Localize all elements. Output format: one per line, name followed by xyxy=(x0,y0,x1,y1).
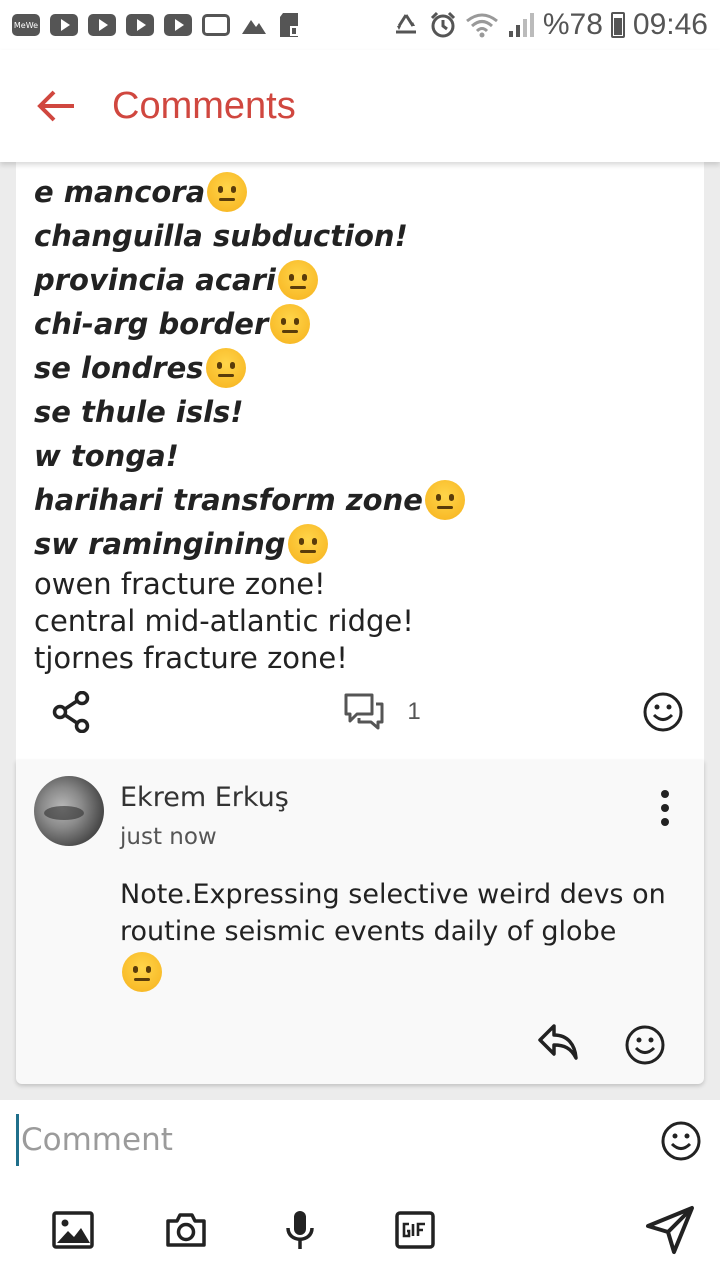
youtube-icon xyxy=(50,14,78,36)
more-options-button[interactable] xyxy=(660,790,670,826)
gallery-icon xyxy=(202,14,230,36)
voice-button[interactable] xyxy=(278,1208,322,1252)
arrow-back-icon xyxy=(37,90,74,122)
post-line: se thule isls! xyxy=(34,390,704,434)
comments-icon xyxy=(344,693,384,730)
comment-composer xyxy=(0,1100,720,1280)
gif-button[interactable] xyxy=(393,1208,437,1252)
comments-button[interactable]: 1 xyxy=(313,692,421,732)
post-line-text: changuilla subduction! xyxy=(34,219,408,253)
share-icon[interactable] xyxy=(52,691,92,733)
sd-card-icon xyxy=(280,13,298,37)
post-line: se londres xyxy=(34,346,704,390)
mountain-icon xyxy=(242,20,266,34)
avatar[interactable] xyxy=(34,776,104,846)
post-line-text: harihari transform zone xyxy=(34,483,423,517)
alarm-icon xyxy=(430,11,455,38)
neutral-face-emoji-icon xyxy=(122,952,162,992)
back-button[interactable] xyxy=(0,50,112,162)
post-body: e mancora changuilla subduction! provincia… xyxy=(16,150,704,677)
post-line-text: chi-arg border xyxy=(34,307,269,341)
post-line-text: w tonga! xyxy=(34,439,179,473)
wifi-icon xyxy=(465,13,498,38)
reply-icon[interactable] xyxy=(536,1022,580,1062)
camera-button[interactable] xyxy=(164,1208,208,1252)
post-line: e mancora xyxy=(34,170,704,214)
neutral-face-emoji-icon xyxy=(207,172,248,212)
post-line-text: central mid-atlantic ridge! xyxy=(34,604,414,638)
send-icon[interactable] xyxy=(644,1204,696,1256)
post-line-text: e mancora xyxy=(34,175,206,209)
post-line-text: provincia acari xyxy=(34,263,276,297)
battery-icon xyxy=(610,12,625,38)
status-bar: MeWe %78 09:46 xyxy=(0,0,720,50)
smiley-icon[interactable] xyxy=(624,1024,666,1066)
page-title: Comments xyxy=(112,84,296,127)
post-line: sw ramingining xyxy=(34,522,704,566)
post-line: provincia acari xyxy=(34,258,704,302)
comment-input[interactable] xyxy=(16,1114,636,1166)
neutral-face-emoji-icon xyxy=(287,524,328,564)
notification-icons: MeWe xyxy=(12,12,300,38)
battery-percent: %78 xyxy=(542,8,603,41)
neutral-face-emoji-icon xyxy=(424,480,465,520)
youtube-icon xyxy=(126,14,154,36)
clock: 09:46 xyxy=(632,8,708,41)
dot-icon xyxy=(661,818,669,826)
app-bar: Comments xyxy=(0,50,720,162)
emoji-picker-icon[interactable] xyxy=(660,1120,702,1162)
post-line-text: se thule isls! xyxy=(34,395,244,429)
comment-card: Ekrem Erkuş just now Note.Expressing sel… xyxy=(16,760,704,1084)
comment-author[interactable]: Ekrem Erkuş xyxy=(120,782,289,813)
camera-icon xyxy=(166,1213,206,1247)
neutral-face-emoji-icon xyxy=(277,260,318,300)
post-line: central mid-atlantic ridge! xyxy=(34,603,704,640)
dot-icon xyxy=(661,790,669,798)
dot-icon xyxy=(661,804,669,812)
microphone-icon xyxy=(286,1211,314,1249)
post-line-text: sw ramingining xyxy=(34,527,286,561)
post-line-text: owen fracture zone! xyxy=(34,567,326,601)
post-line: w tonga! xyxy=(34,434,704,478)
comment-count: 1 xyxy=(407,698,421,725)
post-line: harihari transform zone xyxy=(34,478,704,522)
post-line: owen fracture zone! xyxy=(34,566,704,603)
neutral-face-emoji-icon xyxy=(205,348,246,388)
post-actions: 1 xyxy=(16,664,704,760)
post-line: chi-arg border xyxy=(34,302,704,346)
youtube-icon xyxy=(164,14,192,36)
comment-timestamp: just now xyxy=(120,824,217,850)
neutral-face-emoji-icon xyxy=(270,304,311,344)
post-line: changuilla subduction! xyxy=(34,214,704,258)
post-line-text: se londres xyxy=(34,351,204,385)
post-card: e mancora changuilla subduction! provincia… xyxy=(16,150,704,760)
image-icon xyxy=(52,1211,94,1249)
system-icons: %78 09:46 xyxy=(391,8,708,42)
mewe-icon: MeWe xyxy=(12,14,40,36)
comment-text: Note.Expressing selective weird devs on … xyxy=(120,879,666,947)
attach-image-button[interactable] xyxy=(51,1208,95,1252)
signal-icon xyxy=(508,13,534,37)
smiley-icon[interactable] xyxy=(642,691,684,733)
youtube-icon xyxy=(88,14,116,36)
gif-icon xyxy=(395,1211,435,1249)
recycle-icon xyxy=(395,14,416,34)
